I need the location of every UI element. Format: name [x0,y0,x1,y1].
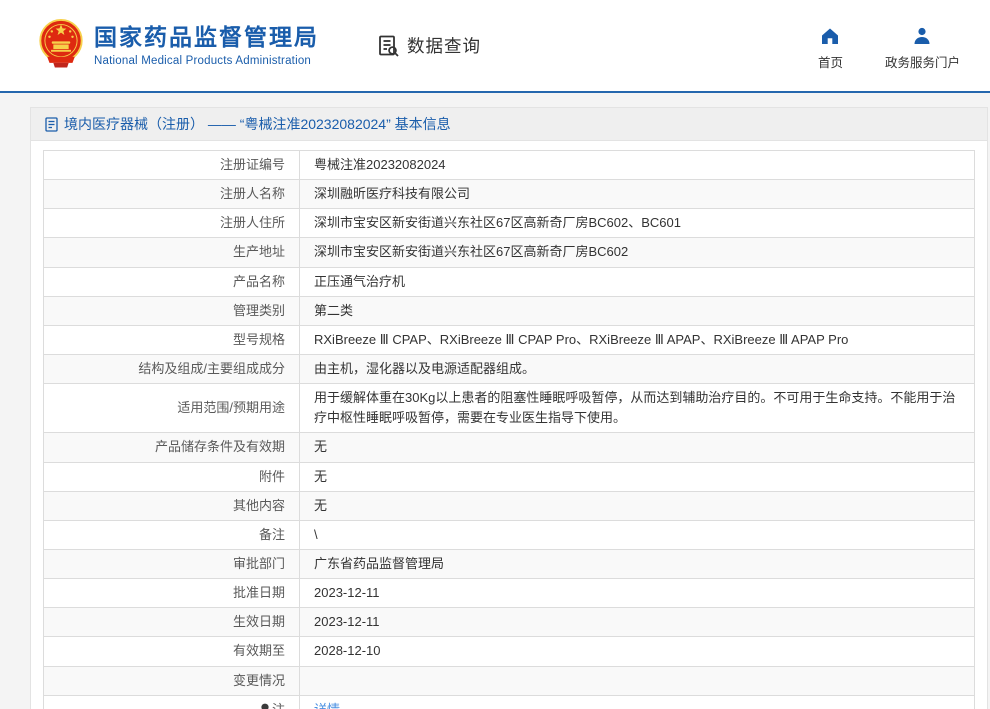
row-value: 用于缓解体重在30Kg以上患者的阻塞性睡眠呼吸暂停，从而达到辅助治疗目的。不可用… [299,383,975,434]
nav-item-gov-portal[interactable]: 政务服务门户 [885,26,960,71]
row-label: 注册证编号 [43,149,300,181]
row-value: 第二类 [299,295,975,326]
bulb-icon [261,703,269,709]
home-icon [822,28,839,44]
row-label: 管理类别 [43,295,300,326]
row-value: \ [299,519,975,550]
table-row: 批准日期 2023-12-11 [43,578,975,609]
row-value [299,665,975,696]
row-value: 2028-12-10 [299,636,975,667]
nav-item-label: 政务服务门户 [884,56,960,70]
row-value: 无 [299,432,975,463]
row-value: 深圳融昕医疗科技有限公司 [299,179,975,210]
row-value: 深圳市宝安区新安街道兴东社区67区高新奇厂房BC602、BC601 [299,208,975,239]
row-label: 产品名称 [43,266,300,297]
row-label: 批准日期 [43,578,300,609]
registration-info-panel: 境内医疗器械（注册） —— “粤械注准20232082024” 基本信息 注册证… [30,107,988,709]
row-label: 产品储存条件及有效期 [43,432,300,463]
table-row: 附件无 [43,461,975,492]
table-row: 生产地址 深圳市宝安区新安街道兴东社区67区高新奇厂房BC602 [43,237,975,268]
page-title: 境内医疗器械（注册） —— “粤械注准20232082024” 基本信息 [64,116,451,132]
row-label: 生产地址 [43,237,300,268]
row-value: 广东省药品监督管理局 [299,548,975,580]
table-row: 产品名称 正压通气治疗机 [43,266,975,297]
table-row: 结构及组成/主要组成成分 由主机，湿化器以及电源适配器组成。 [43,353,975,385]
row-value: 无 [299,461,975,492]
table-body: 注册证编号 粤械注准20232082024 注册人名称 深圳融昕医疗科技有限公司 注册人… [43,149,975,709]
row-value: RXiBreeze Ⅲ CPAP、RXiBreeze Ⅲ CPAP Pro、RX… [299,324,975,355]
row-value: 粤械注准20232082024 [299,149,975,181]
row-label: 其他内容 [43,490,300,521]
row-value: 由主机，湿化器以及电源适配器组成。 [299,353,975,385]
brand-logo: 国家药品监督管理局 National Medical Products Admi… [38,18,319,74]
detail-link[interactable]: 详情 [314,702,340,709]
panel-titlebar: 境内医疗器械（注册） —— “粤械注准20232082024” 基本信息 [31,108,987,141]
table-row: 适用范围/预期用途 用于缓解体重在30Kg以上患者的阻塞性睡眠呼吸暂停，从而达到辅… [43,383,975,434]
row-label: 生效日期 [43,607,300,638]
china-national-emblem-icon [39,18,83,67]
content-area: 境内医疗器械（注册） —— “粤械注准20232082024” 基本信息 注册证… [0,93,990,709]
row-value: 2023-12-11 [299,578,975,609]
document-icon [45,116,58,132]
site-header: 国家药品监督管理局 National Medical Products Admi… [0,0,990,93]
table-row: 审批部门 广东省药品监督管理局 [43,548,975,580]
table-row: 注册证编号 粤械注准20232082024 [43,149,975,181]
row-label: 审批部门 [43,548,300,580]
panel-body: 注册证编号 粤械注准20232082024 注册人名称 深圳融昕医疗科技有限公司 注册人… [31,141,987,709]
row-label: 备注 [43,519,300,550]
user-icon [914,27,930,44]
row-label: 注册人名称 [43,179,300,210]
table-row: 注详情 [43,694,975,709]
brand-title-cn: 国家药品监督管理局 [94,24,319,51]
table-row: 注册人住所 深圳市宝安区新安街道兴东社区67区高新奇厂房BC602、BC601 [43,208,975,239]
data-query-label: 数据查询 [407,36,481,56]
table-row: 备注 \ [43,519,975,550]
row-label: 结构及组成/主要组成成分 [43,353,300,385]
row-value: 无 [299,490,975,521]
nav-item-home[interactable]: 首页 [818,26,843,71]
table-row: 生效日期 2023-12-11 [43,607,975,638]
row-label: 有效期至 [43,636,300,667]
row-label: 型号规格 [43,324,300,355]
table-row: 有效期至 2028-12-10 [43,636,975,667]
table-row: 注册人名称 深圳融昕医疗科技有限公司 [43,179,975,210]
table-row: 管理类别 第二类 [43,295,975,326]
row-value: 正压通气治疗机 [299,266,975,297]
row-value: 深圳市宝安区新安街道兴东社区67区高新奇厂房BC602 [299,237,975,268]
brand-title-en: National Medical Products Administration [94,54,312,67]
row-label: 变更情况 [43,665,300,696]
row-value: 详情 [299,694,975,709]
row-label: 注册人住所 [43,208,300,239]
table-row: 其他内容无 [43,490,975,521]
table-row: 变更情况 [43,665,975,696]
registration-info-table: 注册证编号 粤械注准20232082024 注册人名称 深圳融昕医疗科技有限公司 注册人… [43,149,975,709]
row-label: 适用范围/预期用途 [43,383,300,434]
nav-item-label: 首页 [817,56,843,70]
data-query-section[interactable]: 数据查询 [377,33,481,58]
row-label: 附件 [43,461,300,492]
document-search-icon [379,35,399,57]
table-row: 产品储存条件及有效期无 [43,432,975,463]
row-value: 2023-12-11 [299,607,975,638]
header-nav: 首页 政务服务门户 [818,26,960,71]
table-row: 型号规格 RXiBreeze Ⅲ CPAP、RXiBreeze Ⅲ CPAP Pr… [43,324,975,355]
row-label: 注 [43,694,300,709]
